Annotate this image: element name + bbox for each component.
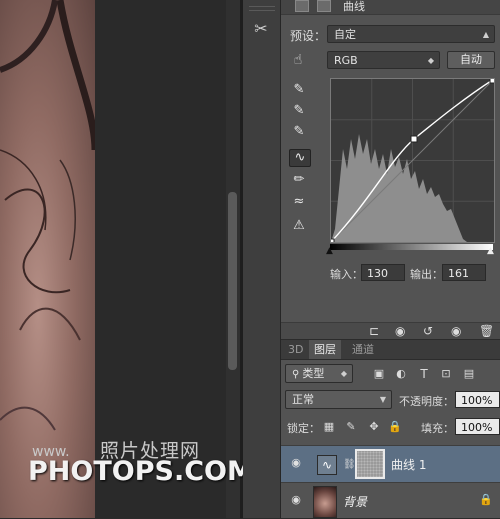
curve-point-white bbox=[489, 77, 496, 84]
lock-all-icon[interactable]: 🔒 bbox=[387, 419, 403, 435]
photo-canvas[interactable] bbox=[0, 0, 95, 518]
eye-icon[interactable]: ◉ bbox=[289, 493, 303, 507]
lock-label: 锁定： bbox=[287, 422, 320, 435]
properties-title: 曲线 bbox=[343, 0, 365, 13]
blend-mode-dropdown[interactable]: 正常 ▼ bbox=[285, 390, 392, 409]
hair-strands bbox=[0, 0, 95, 431]
adjustment-icon bbox=[295, 0, 309, 12]
properties-footer: ⊏ ◉ ↺ ◉ 🗑 bbox=[281, 322, 500, 339]
curve-edit-icon[interactable]: ∿ bbox=[289, 149, 311, 167]
output-label: 输出： bbox=[410, 268, 443, 281]
black-slider-icon[interactable]: ▲ bbox=[326, 246, 333, 256]
input-label: 输入： bbox=[330, 268, 363, 281]
lock-icon: 🔒 bbox=[479, 493, 493, 506]
watermark-english: PHOTOPS.COM bbox=[28, 456, 254, 487]
layer-name: 曲线 1 bbox=[391, 458, 427, 472]
filter-kind-dropdown[interactable]: ⚲ 类型 ◆ bbox=[285, 364, 353, 383]
layer-row-curves[interactable]: ◉ ∿ ⛓ 曲线 1 bbox=[281, 445, 500, 482]
tonal-gradient-bar bbox=[330, 244, 493, 250]
layer-thumbnail bbox=[313, 486, 337, 518]
auto-button[interactable]: 自动 bbox=[447, 51, 495, 69]
white-slider-icon[interactable]: ▲ bbox=[487, 246, 494, 256]
white-eyedropper-icon[interactable]: ✎ bbox=[289, 124, 309, 140]
properties-header: 曲线 bbox=[281, 0, 500, 15]
chevron-updown-icon: ◆ bbox=[340, 369, 347, 378]
link-icon[interactable]: ⛓ bbox=[343, 459, 356, 470]
shape-filter-icon[interactable]: ⊡ bbox=[438, 366, 454, 382]
curves-plot bbox=[328, 77, 496, 245]
adjustment-filter-icon[interactable]: ◐ bbox=[393, 366, 409, 382]
mask-icon[interactable] bbox=[317, 0, 331, 12]
input-field[interactable]: 130 bbox=[361, 264, 405, 281]
preset-label: 预设： bbox=[290, 29, 327, 43]
gray-eyedropper-icon[interactable]: ✎ bbox=[289, 103, 309, 119]
opacity-label: 不透明度： bbox=[399, 395, 454, 408]
tab-3d[interactable]: 3D bbox=[283, 340, 308, 359]
layer-row-background[interactable]: ◉ 背景 🔒 bbox=[281, 482, 500, 519]
preset-value: 自定 bbox=[334, 28, 356, 41]
clip-to-layer-icon[interactable]: ⊏ bbox=[369, 324, 379, 338]
lock-position-icon[interactable]: ✥ bbox=[366, 419, 382, 435]
layer-name: 背景 bbox=[343, 495, 368, 509]
curves-adjustment-icon: ∿ bbox=[317, 455, 337, 475]
panel-tool-strip: ✂ bbox=[243, 0, 281, 518]
properties-panel: 曲线 预设： 自定 ▲ ☝ RGB ◆ 自动 ✎ ✎ ✎ ∿ ✏ ≈ ⚠ ▲ ▲… bbox=[281, 0, 500, 339]
filter-kind-value: 类型 bbox=[302, 367, 325, 380]
channel-dropdown[interactable]: RGB ◆ bbox=[327, 51, 440, 69]
fill-field[interactable]: 100% bbox=[455, 418, 500, 435]
fill-label: 填充： bbox=[421, 422, 454, 435]
reset-icon[interactable]: ↺ bbox=[423, 324, 433, 338]
layers-tabbar: 3D 图层 通道 bbox=[281, 340, 500, 360]
pixel-filter-icon[interactable]: ▣ bbox=[371, 366, 387, 382]
clipping-warning-icon[interactable]: ⚠ bbox=[289, 218, 309, 234]
pencil-icon[interactable]: ✏ bbox=[289, 172, 309, 188]
curve-point-mid bbox=[410, 135, 418, 143]
layers-panel: 3D 图层 通道 ⚲ 类型 ◆ ▣ ◐ T ⊡ ▤ 正常 ▼ 不透明度： 100%… bbox=[281, 340, 500, 518]
view-previous-icon[interactable]: ◉ bbox=[395, 324, 405, 338]
delete-icon[interactable]: 🗑 bbox=[479, 324, 494, 338]
channel-value: RGB bbox=[334, 54, 358, 67]
curves-graph[interactable] bbox=[328, 77, 496, 245]
search-icon: ⚲ bbox=[292, 369, 300, 380]
smooth-icon[interactable]: ≈ bbox=[289, 194, 309, 210]
tab-layers[interactable]: 图层 bbox=[309, 340, 341, 359]
type-filter-icon[interactable]: T bbox=[416, 366, 432, 382]
preset-dropdown[interactable]: 自定 ▲ bbox=[327, 25, 495, 43]
eye-icon[interactable]: ◉ bbox=[289, 456, 303, 470]
layer-mask-thumbnail[interactable] bbox=[355, 449, 385, 479]
smart-object-filter-icon[interactable]: ▤ bbox=[461, 366, 477, 382]
scrollbar-thumb[interactable] bbox=[228, 192, 237, 370]
tools-icon[interactable]: ✂ bbox=[248, 18, 274, 40]
collapse-handle[interactable] bbox=[249, 6, 275, 11]
black-eyedropper-icon[interactable]: ✎ bbox=[289, 82, 309, 98]
curve-point-black bbox=[328, 238, 335, 245]
opacity-field[interactable]: 100% bbox=[455, 391, 500, 408]
visibility-icon[interactable]: ◉ bbox=[451, 324, 461, 338]
chevron-updown-icon: ▲ bbox=[482, 30, 489, 39]
chevron-down-icon: ▼ bbox=[379, 395, 386, 404]
blend-mode-value: 正常 bbox=[292, 393, 314, 406]
lock-transparent-icon[interactable]: ▦ bbox=[321, 419, 337, 435]
chevron-updown-icon: ◆ bbox=[427, 56, 434, 65]
output-field[interactable]: 161 bbox=[442, 264, 486, 281]
histogram bbox=[331, 134, 467, 242]
tab-channels[interactable]: 通道 bbox=[347, 340, 379, 359]
lock-pixels-icon[interactable]: ✎ bbox=[343, 419, 359, 435]
hand-target-icon[interactable]: ☝ bbox=[290, 52, 306, 68]
